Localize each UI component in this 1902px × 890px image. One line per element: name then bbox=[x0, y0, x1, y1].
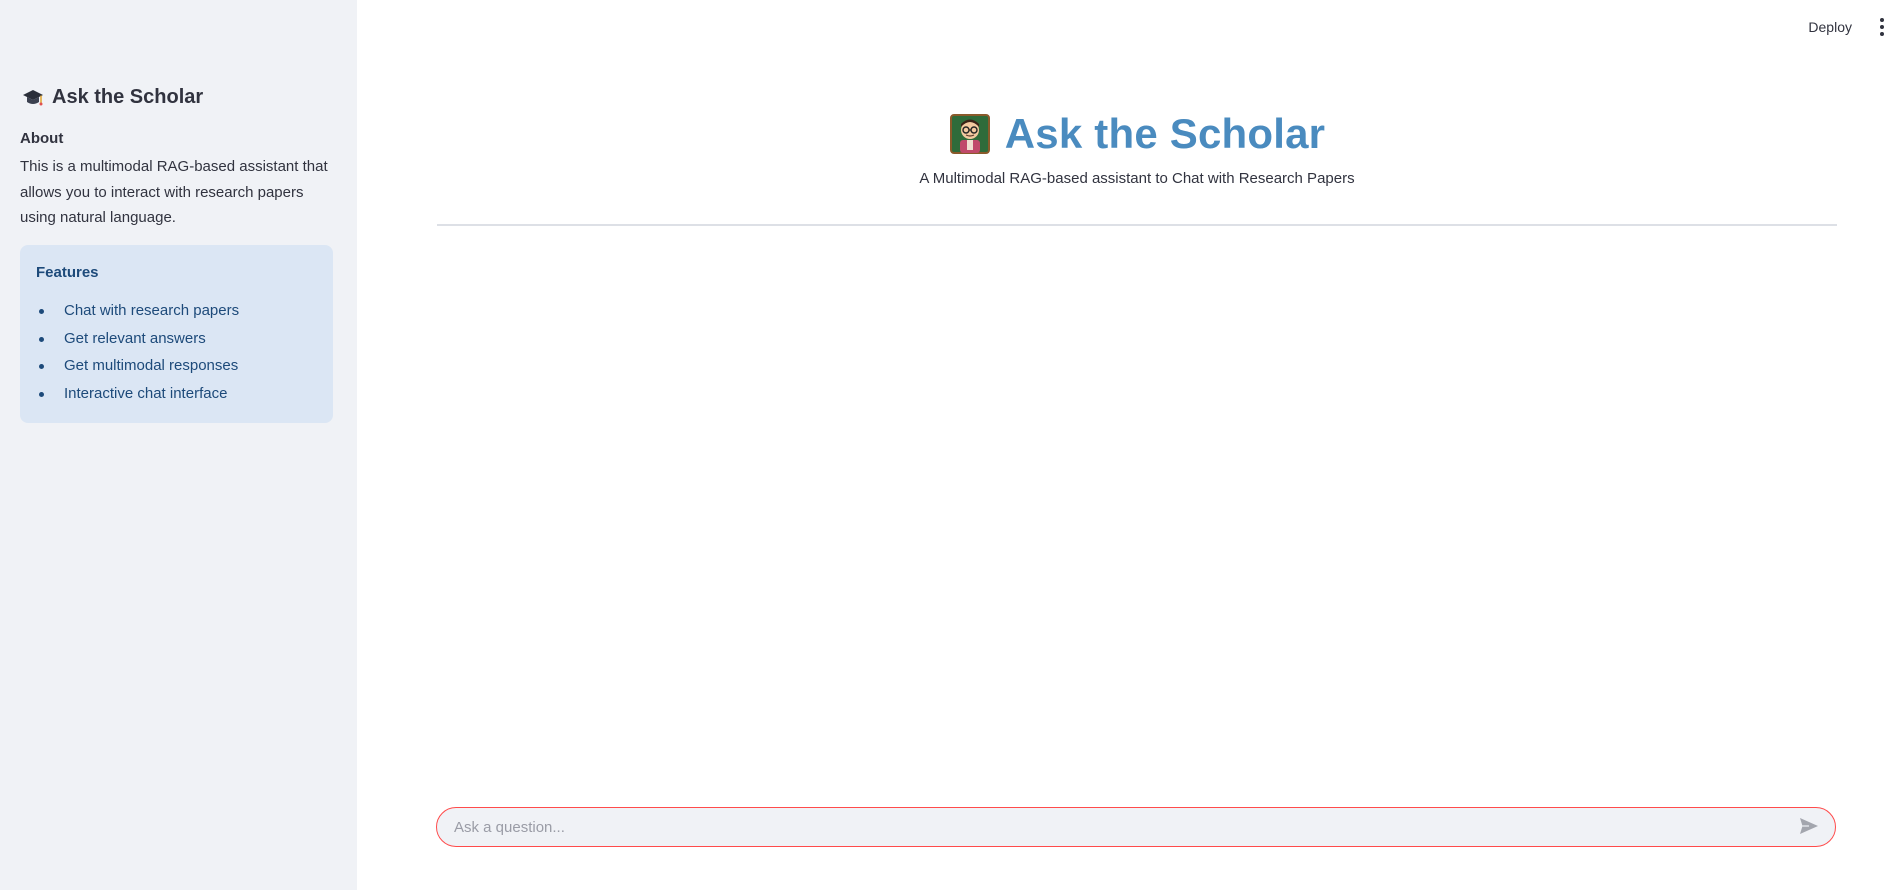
list-item: Get relevant answers bbox=[36, 325, 317, 353]
send-icon bbox=[1799, 817, 1819, 838]
features-box: Features Chat with research papers Get r… bbox=[20, 245, 333, 423]
features-heading: Features bbox=[36, 264, 99, 281]
app: Ask the Scholar About This is a multimod… bbox=[0, 0, 1902, 890]
sidebar-title: Ask the Scholar bbox=[22, 86, 203, 109]
list-item: Interactive chat interface bbox=[36, 380, 317, 408]
list-item: Chat with research papers bbox=[36, 297, 317, 325]
chat-input[interactable] bbox=[454, 818, 1797, 836]
about-heading: About bbox=[20, 130, 64, 147]
about-text: This is a multimodal RAG-based assistant… bbox=[20, 158, 328, 226]
page-title: Ask the Scholar bbox=[437, 110, 1837, 158]
page-subtitle: A Multimodal RAG-based assistant to Chat… bbox=[919, 170, 1355, 187]
graduation-cap-icon bbox=[22, 87, 44, 109]
list-item: Get multimodal responses bbox=[36, 352, 317, 380]
page-title-text: Ask the Scholar bbox=[1004, 110, 1326, 157]
divider bbox=[437, 224, 1837, 226]
send-button[interactable] bbox=[1797, 815, 1821, 839]
chat-input-container bbox=[436, 807, 1836, 847]
deploy-button[interactable]: Deploy bbox=[1804, 17, 1856, 37]
scholar-icon bbox=[949, 113, 991, 155]
kebab-menu-icon[interactable] bbox=[1876, 18, 1888, 36]
sidebar: Ask the Scholar About This is a multimod… bbox=[0, 0, 357, 890]
features-list: Chat with research papers Get relevant a… bbox=[36, 297, 317, 407]
sidebar-title-text: Ask the Scholar bbox=[52, 86, 204, 108]
